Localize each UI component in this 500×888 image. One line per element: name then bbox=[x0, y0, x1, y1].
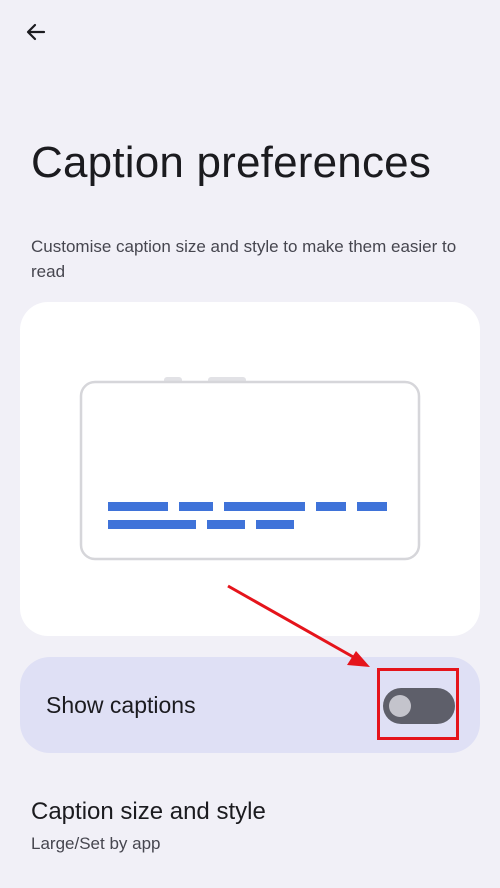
switch-thumb bbox=[389, 695, 411, 717]
show-captions-label: Show captions bbox=[46, 692, 196, 718]
back-button[interactable] bbox=[16, 12, 56, 52]
caption-size-style-title: Caption size and style bbox=[31, 798, 266, 825]
show-captions-row[interactable]: Show captions bbox=[20, 657, 480, 753]
caption-size-style-item[interactable]: Caption size and style Large/Set by app bbox=[31, 798, 471, 854]
caption-preview-illustration bbox=[79, 377, 421, 561]
caption-size-style-summary: Large/Set by app bbox=[31, 834, 161, 853]
page-subtitle: Customise caption size and style to make… bbox=[31, 237, 457, 281]
caption-preview-card bbox=[20, 302, 480, 636]
page-title: Caption preferences bbox=[31, 138, 432, 187]
arrow-left-icon bbox=[26, 23, 46, 41]
show-captions-switch[interactable] bbox=[383, 688, 455, 724]
